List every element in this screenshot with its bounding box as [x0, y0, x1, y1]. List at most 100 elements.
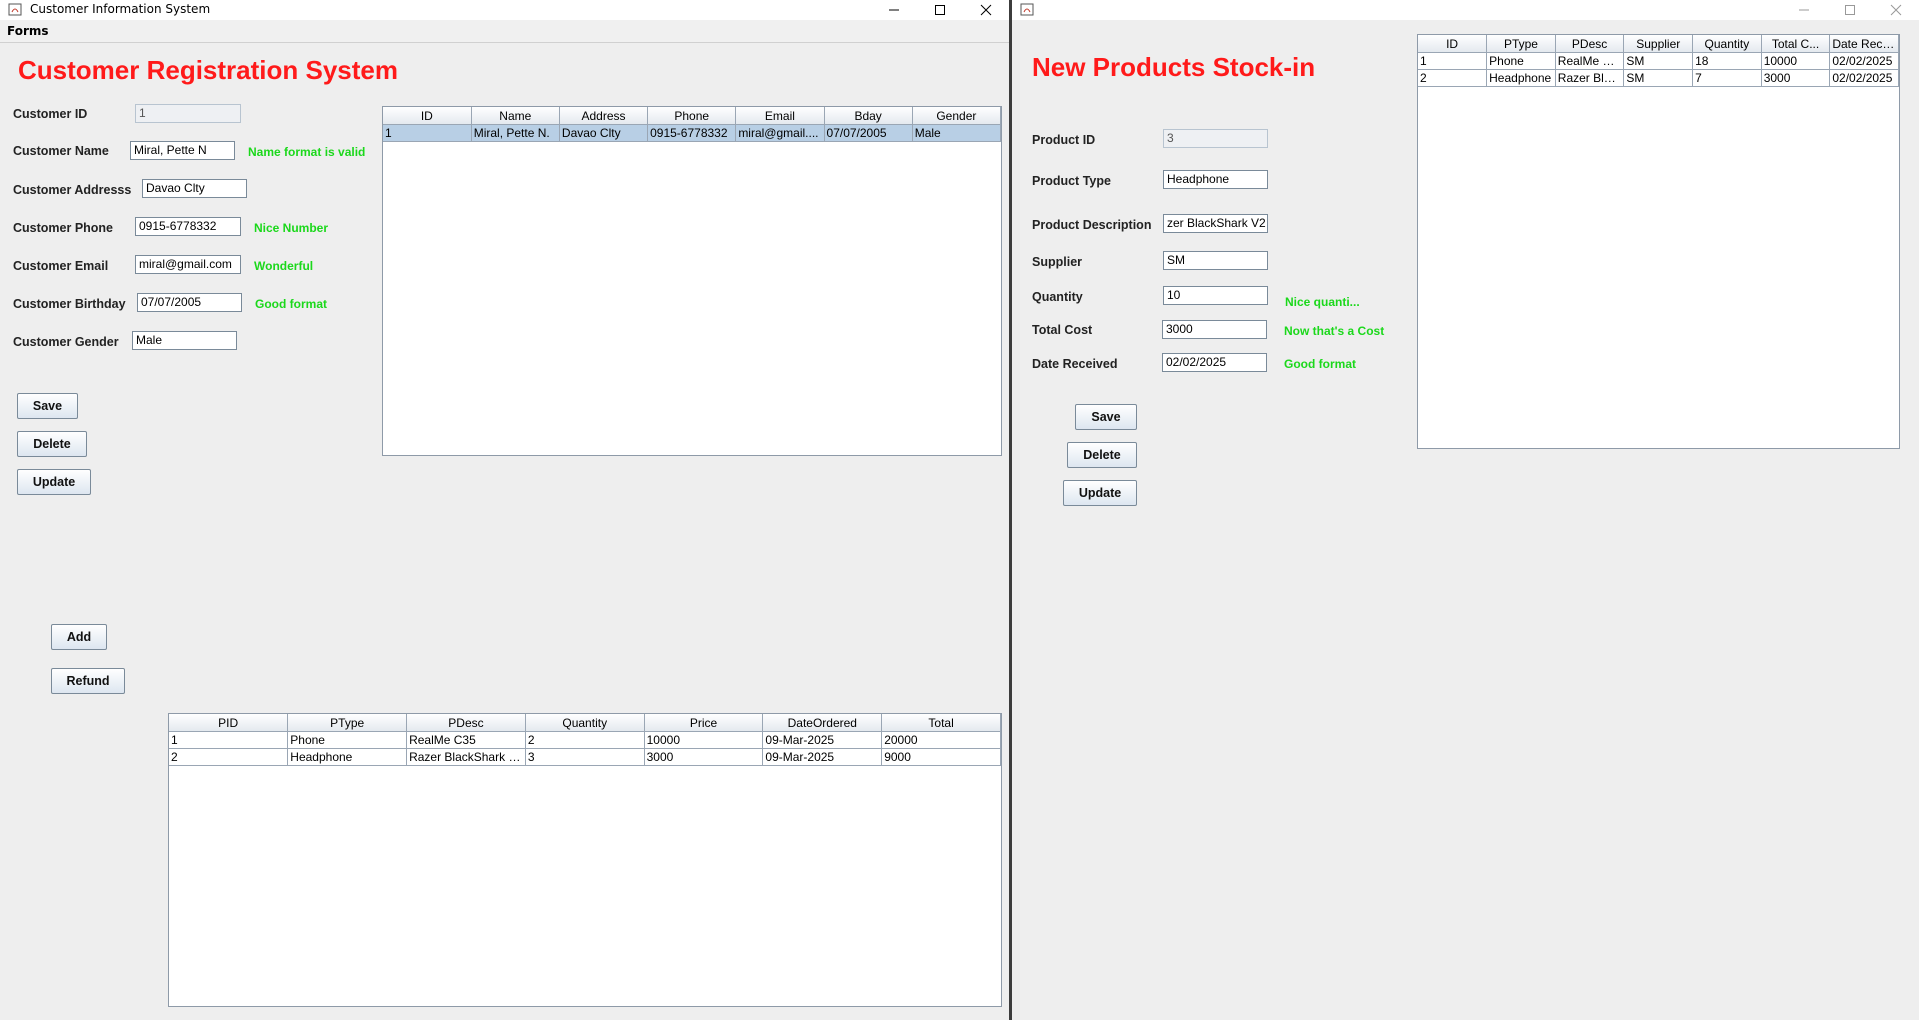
customer-table[interactable]: ID Name Address Phone Email Bday Gender …	[382, 106, 1002, 456]
table-cell: RealMe C35	[406, 731, 526, 749]
refund-button[interactable]: Refund	[51, 668, 125, 694]
column-header[interactable]: Total C...	[1761, 35, 1831, 53]
column-header[interactable]: Phone	[647, 107, 737, 125]
customer-email-field[interactable]: miral@gmail.com	[135, 255, 241, 274]
customer-email-label: Customer Email	[13, 259, 109, 273]
product-id-label: Product ID	[1032, 133, 1096, 147]
column-header[interactable]: Name	[471, 107, 560, 125]
column-header[interactable]: Date Rece...	[1829, 35, 1899, 53]
table-cell: 07/07/2005	[824, 124, 913, 142]
customer-id-label: Customer ID	[13, 107, 88, 121]
delete-button[interactable]: Delete	[1067, 442, 1137, 468]
product-id-field[interactable]: 3	[1163, 129, 1268, 148]
maximize-button[interactable]	[1827, 0, 1873, 20]
date-received-field[interactable]: 02/02/2025	[1162, 353, 1267, 372]
table-cell: Headphone	[1486, 69, 1556, 87]
update-button[interactable]: Update	[17, 469, 91, 495]
column-header[interactable]: Price	[644, 714, 764, 732]
table-row[interactable]: 1 Miral, Pette N. Davao Clty 0915-677833…	[383, 124, 1001, 142]
column-header[interactable]: Total	[881, 714, 1001, 732]
table-cell: Miral, Pette N.	[471, 124, 560, 142]
column-header[interactable]: PID	[169, 714, 289, 732]
column-header[interactable]: Gender	[912, 107, 1001, 125]
minimize-button[interactable]	[1781, 0, 1827, 20]
column-header[interactable]: PType	[287, 714, 408, 732]
table-cell: 9000	[881, 748, 1001, 766]
table-cell: 1	[1418, 52, 1488, 70]
column-header[interactable]: Email	[735, 107, 825, 125]
customer-birthday-field[interactable]: 07/07/2005	[137, 293, 242, 312]
table-cell: 02/02/2025	[1829, 52, 1899, 70]
customer-gender-label: Customer Gender	[13, 335, 119, 349]
column-header[interactable]: Bday	[824, 107, 913, 125]
customer-name-field[interactable]: Miral, Pette N	[130, 141, 235, 160]
column-header[interactable]: Quantity	[1692, 35, 1762, 53]
customer-id-field[interactable]: 1	[135, 104, 241, 123]
maximize-button[interactable]	[917, 0, 963, 20]
supplier-field[interactable]: SM	[1163, 251, 1268, 270]
product-description-field[interactable]: zer BlackShark V2	[1163, 214, 1268, 233]
table-header: PID PType PDesc Quantity Price DateOrder…	[169, 714, 1001, 732]
column-header[interactable]: PDesc	[406, 714, 526, 732]
customer-address-label: Customer Addresss	[13, 183, 132, 197]
table-row[interactable]: 2 Headphone Razer BlackShark V2 3 3000 0…	[169, 748, 1001, 766]
update-button[interactable]: Update	[1063, 480, 1137, 506]
table-row[interactable]: 2 Headphone Razer Black... SM 7 3000 02/…	[1418, 69, 1899, 87]
close-button[interactable]	[963, 0, 1009, 20]
customer-phone-field[interactable]: 0915-6778332	[135, 217, 241, 236]
table-cell: 09-Mar-2025	[762, 748, 883, 766]
column-header[interactable]: ID	[1418, 35, 1488, 53]
title-bar	[1012, 0, 1919, 20]
table-cell: 02/02/2025	[1829, 69, 1899, 87]
table-cell: Headphone	[287, 748, 408, 766]
column-header[interactable]: ID	[383, 107, 472, 125]
table-cell: 2	[1418, 69, 1488, 87]
table-cell: 10000	[1761, 52, 1831, 70]
column-header[interactable]: DateOrdered	[762, 714, 883, 732]
table-row[interactable]: 1 Phone RealMe C35 SM 18 10000 02/02/202…	[1418, 52, 1899, 70]
table-header: ID PType PDesc Supplier Quantity Total C…	[1418, 35, 1899, 53]
date-validation-message: Good format	[1284, 357, 1356, 371]
close-button[interactable]	[1873, 0, 1919, 20]
window-title: Customer Information System	[30, 2, 211, 16]
close-icon	[1890, 4, 1902, 16]
table-cell: Razer BlackShark V2	[406, 748, 526, 766]
customer-window: Customer Information System Forms Custom…	[0, 0, 1009, 1020]
table-row[interactable]: 1 Phone RealMe C35 2 10000 09-Mar-2025 2…	[169, 731, 1001, 749]
delete-button[interactable]: Delete	[17, 431, 87, 457]
order-table[interactable]: PID PType PDesc Quantity Price DateOrder…	[168, 713, 1002, 1007]
customer-gender-field[interactable]: Male	[132, 331, 237, 350]
column-header[interactable]: Address	[559, 107, 649, 125]
table-cell: 2	[525, 731, 645, 749]
table-cell: SM	[1623, 52, 1694, 70]
email-validation-message: Wonderful	[254, 259, 314, 273]
column-header[interactable]: PDesc	[1555, 35, 1625, 53]
add-button[interactable]: Add	[51, 624, 107, 650]
customer-address-field[interactable]: Davao Clty	[142, 179, 247, 198]
customer-birthday-label: Customer Birthday	[13, 297, 126, 311]
table-cell: SM	[1623, 69, 1694, 87]
column-header[interactable]: PType	[1486, 35, 1556, 53]
product-type-field[interactable]: Headphone	[1163, 170, 1268, 189]
minimize-icon	[1799, 9, 1809, 11]
product-table[interactable]: ID PType PDesc Supplier Quantity Total C…	[1417, 34, 1900, 449]
total-cost-field[interactable]: 3000	[1162, 320, 1267, 339]
supplier-label: Supplier	[1032, 255, 1083, 269]
table-cell: Razer Black...	[1555, 69, 1625, 87]
column-header[interactable]: Supplier	[1623, 35, 1694, 53]
title-bar: Customer Information System	[0, 0, 1009, 20]
product-window: New Products Stock-in Product ID 3 Produ…	[1012, 0, 1919, 1020]
java-app-icon	[8, 3, 22, 16]
product-description-label: Product Description	[1032, 218, 1152, 232]
customer-phone-label: Customer Phone	[13, 221, 114, 235]
minimize-button[interactable]	[871, 0, 917, 20]
table-cell: 3000	[644, 748, 764, 766]
save-button[interactable]: Save	[1075, 404, 1137, 430]
save-button[interactable]: Save	[17, 393, 78, 419]
quantity-field[interactable]: 10	[1163, 286, 1268, 305]
table-cell: 2	[169, 748, 289, 766]
menu-forms[interactable]: Forms	[7, 24, 49, 38]
page-title: New Products Stock-in	[1032, 52, 1316, 82]
column-header[interactable]: Quantity	[525, 714, 645, 732]
maximize-icon	[935, 5, 945, 15]
